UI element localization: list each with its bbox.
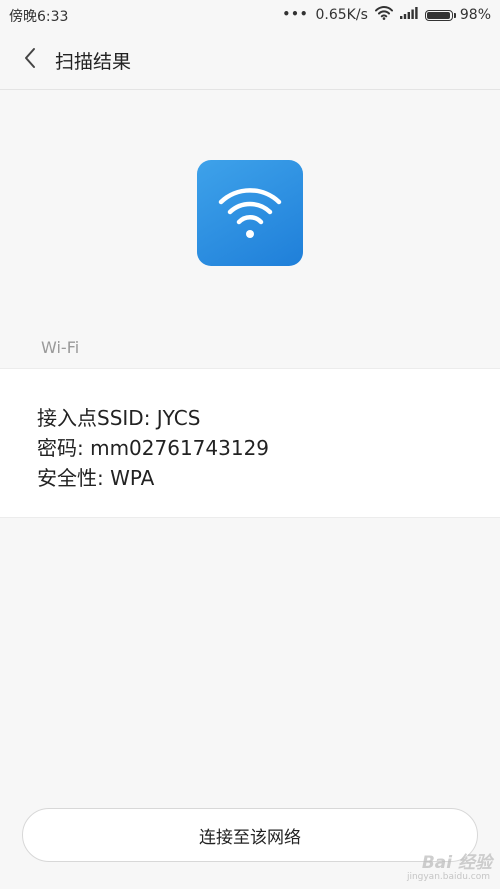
back-button[interactable]	[14, 44, 46, 76]
wifi-tile	[197, 160, 303, 266]
network-info-card: 接入点SSID: JYCS 密码: mm02761743129 安全性: WPA	[0, 368, 500, 518]
wifi-icon	[215, 181, 285, 245]
network-speed: 0.65K/s	[315, 7, 368, 23]
wifi-status-icon	[374, 6, 393, 24]
status-time: 傍晚6:33	[9, 9, 69, 25]
battery-fill	[426, 11, 450, 19]
page-title: 扫描结果	[55, 51, 132, 73]
chevron-left-icon	[23, 47, 37, 73]
watermark-logo: Bai 经验	[421, 853, 492, 873]
title-bar: 扫描结果	[0, 30, 500, 90]
status-bar: 傍晚6:33 ••• 0.65K/s 98%	[0, 0, 500, 30]
ssid-line: 接入点SSID: JYCS	[37, 406, 201, 430]
watermark-url: jingyan.baidu.com	[406, 872, 490, 882]
battery-icon	[424, 9, 456, 21]
security-line: 安全性: WPA	[37, 466, 155, 490]
connect-button[interactable]: 连接至该网络	[22, 808, 478, 862]
status-indicators: ••• 0.65K/s 98%	[282, 6, 491, 24]
more-dots: •••	[282, 7, 309, 21]
battery-percent: 98%	[459, 7, 491, 23]
password-line: 密码: mm02761743129	[37, 436, 270, 460]
signal-icon	[399, 7, 418, 23]
connect-button-label: 连接至该网络	[199, 827, 301, 848]
section-label: Wi-Fi	[41, 338, 80, 357]
